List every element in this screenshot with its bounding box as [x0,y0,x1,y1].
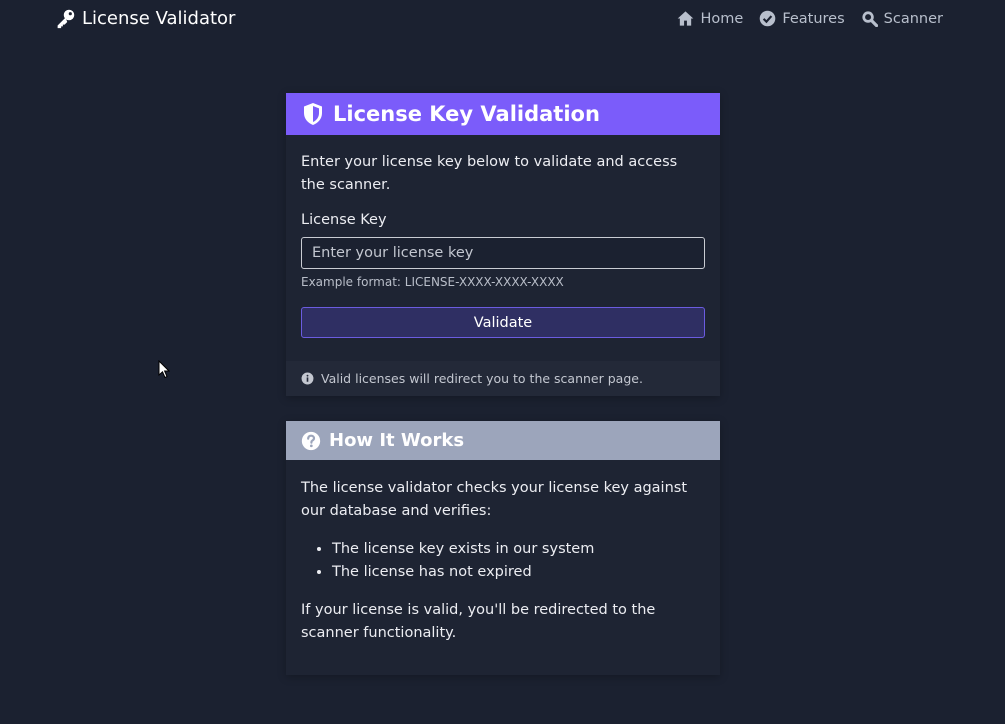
how-it-works-card: How It Works The license validator check… [286,421,720,675]
list-item: The license has not expired [332,561,705,584]
how-outro-text: If your license is valid, you'll be redi… [301,602,656,641]
info-circle-icon [301,372,314,385]
nav-links: Home Features Scanner [677,10,943,27]
license-key-label: License Key [301,212,387,228]
license-key-input[interactable] [301,237,705,269]
nav-features-label: Features [782,10,845,27]
list-item: The license key exists in our system [332,538,705,561]
validation-card-title: License Key Validation [333,102,600,126]
redirect-note: Valid licenses will redirect you to the … [321,371,643,386]
home-icon [678,11,694,26]
question-circle-icon [301,431,321,450]
validate-button[interactable]: Validate [301,307,705,338]
how-card-title: How It Works [329,430,465,451]
license-validation-card: License Key Validation Enter your licens… [286,93,720,396]
search-icon [862,11,878,27]
license-format-hint: Example format: LICENSE-XXXX-XXXX-XXXX [301,275,564,289]
shield-icon [304,103,322,125]
nav-features-link[interactable]: Features [759,10,845,27]
key-icon [57,9,75,29]
validation-intro-text: Enter your license key below to validate… [301,154,678,193]
validation-card-footer: Valid licenses will redirect you to the … [286,361,720,396]
validation-card-body: Enter your license key below to validate… [286,135,720,338]
how-intro-text: The license validator checks your licens… [301,480,688,519]
verification-list: The license key exists in our system The… [301,538,705,584]
nav-scanner-label: Scanner [883,10,943,27]
navbar: License Validator Home Features Scanner [0,0,1005,40]
how-card-header: How It Works [286,421,720,460]
how-card-body: The license validator checks your licens… [286,460,720,645]
nav-scanner-link[interactable]: Scanner [861,10,943,27]
nav-home-label: Home [700,10,744,27]
brand-link[interactable]: License Validator [55,8,235,29]
mouse-cursor-icon [158,360,170,379]
check-circle-icon [760,10,776,27]
brand-title: License Validator [82,8,236,29]
nav-home-link[interactable]: Home [677,10,743,27]
validation-card-header: License Key Validation [286,93,720,135]
